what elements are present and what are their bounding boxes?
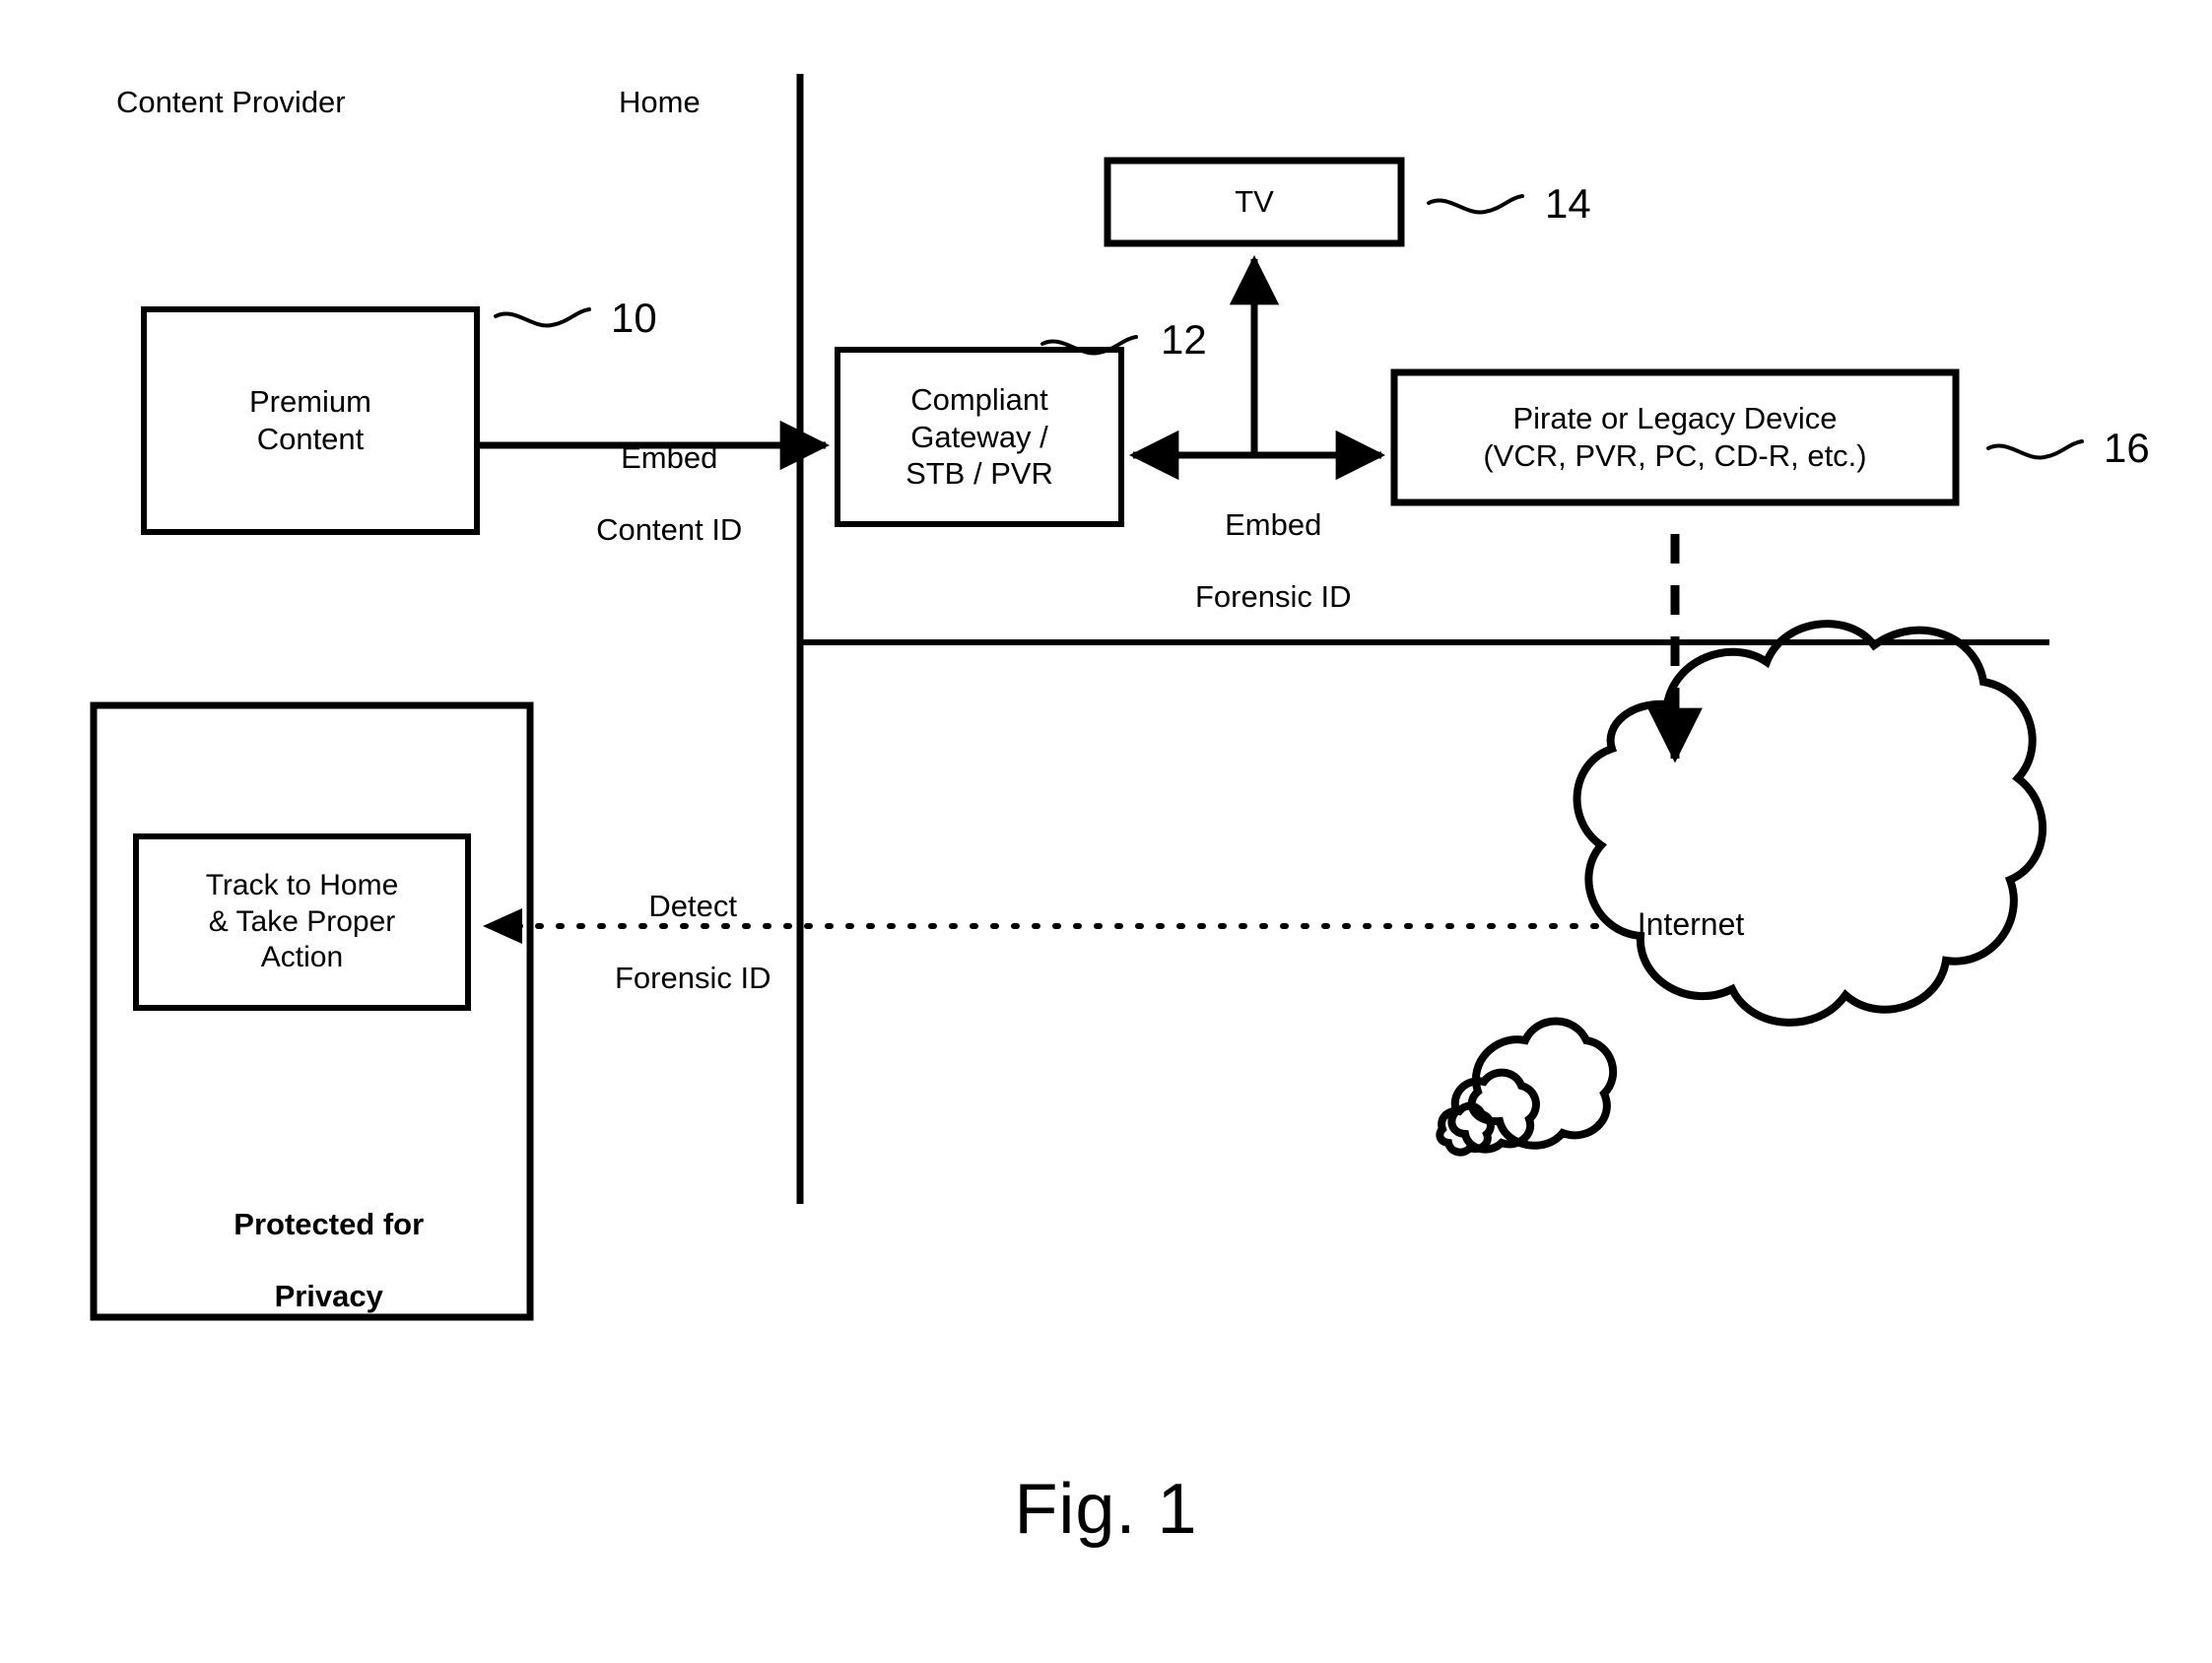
pirate-device-label: Pirate or Legacy Device (VCR, PVR, PC, C… xyxy=(1394,372,1956,502)
premium-content-label: Premium Content xyxy=(144,309,477,532)
ref-number-16: 16 xyxy=(2104,425,2150,471)
pirate-device-line-1: Pirate or Legacy Device xyxy=(1512,401,1838,436)
leader-ref-10 xyxy=(494,307,591,328)
arrow-label-detect-forensic-id: Detect Forensic ID xyxy=(548,852,804,1032)
ref-number-12: 12 xyxy=(1161,316,1207,363)
section-label-home: Home xyxy=(619,85,701,119)
embed-content-id-line-2: Content ID xyxy=(596,511,743,547)
embed-content-id-line-1: Embed xyxy=(621,439,718,475)
section-label-content-provider: Content Provider xyxy=(116,85,346,119)
figure-caption: Fig. 1 xyxy=(1014,1470,1198,1549)
protected-privacy-line-2: Privacy xyxy=(274,1278,383,1313)
track-to-home-line-3: Action xyxy=(260,941,344,974)
compliant-gateway-line-3: STB / PVR xyxy=(905,456,1053,492)
track-to-home-label: Track to Home & Take Proper Action xyxy=(136,836,468,1008)
internet-cloud xyxy=(1436,620,2047,1157)
track-to-home-line-2: & Take Proper xyxy=(208,904,396,938)
track-to-home-line-1: Track to Home xyxy=(205,869,399,902)
leader-ref-14 xyxy=(1427,194,1524,215)
ref-number-14: 14 xyxy=(1545,180,1591,227)
detect-forensic-id-line-2: Forensic ID xyxy=(614,960,771,995)
compliant-gateway-line-2: Gateway / xyxy=(910,419,1048,454)
patent-figure: Content Provider Home Premium Content Co… xyxy=(0,0,2212,1663)
internet-cloud-label: Internet xyxy=(1637,906,1745,942)
ref-number-10: 10 xyxy=(611,295,657,341)
leader-ref-16 xyxy=(1986,439,2084,460)
embed-forensic-id-line-1: Embed xyxy=(1225,506,1322,542)
diagram-canvas xyxy=(90,74,2084,1321)
embed-forensic-id-line-2: Forensic ID xyxy=(1194,578,1352,614)
compliant-gateway-line-1: Compliant xyxy=(910,381,1048,417)
pirate-device-line-2: (VCR, PVR, PC, CD-R, etc.) xyxy=(1483,438,1867,473)
tv-label: TV xyxy=(1235,184,1274,220)
protected-privacy-line-1: Protected for xyxy=(234,1206,425,1241)
arrowhead-detect-forensic-id xyxy=(483,908,522,944)
protected-privacy-note: Protected for Privacy xyxy=(94,1170,530,1351)
arrow-label-embed-content-id: Embed Content ID xyxy=(493,404,812,584)
arrow-label-embed-forensic-id: Embed Forensic ID xyxy=(1089,471,1424,651)
compliant-gateway-label: Compliant Gateway / STB / PVR xyxy=(838,350,1121,524)
premium-content-line-2: Content xyxy=(256,422,365,456)
premium-content-line-1: Premium xyxy=(248,384,371,420)
detect-forensic-id-line-1: Detect xyxy=(648,888,738,923)
